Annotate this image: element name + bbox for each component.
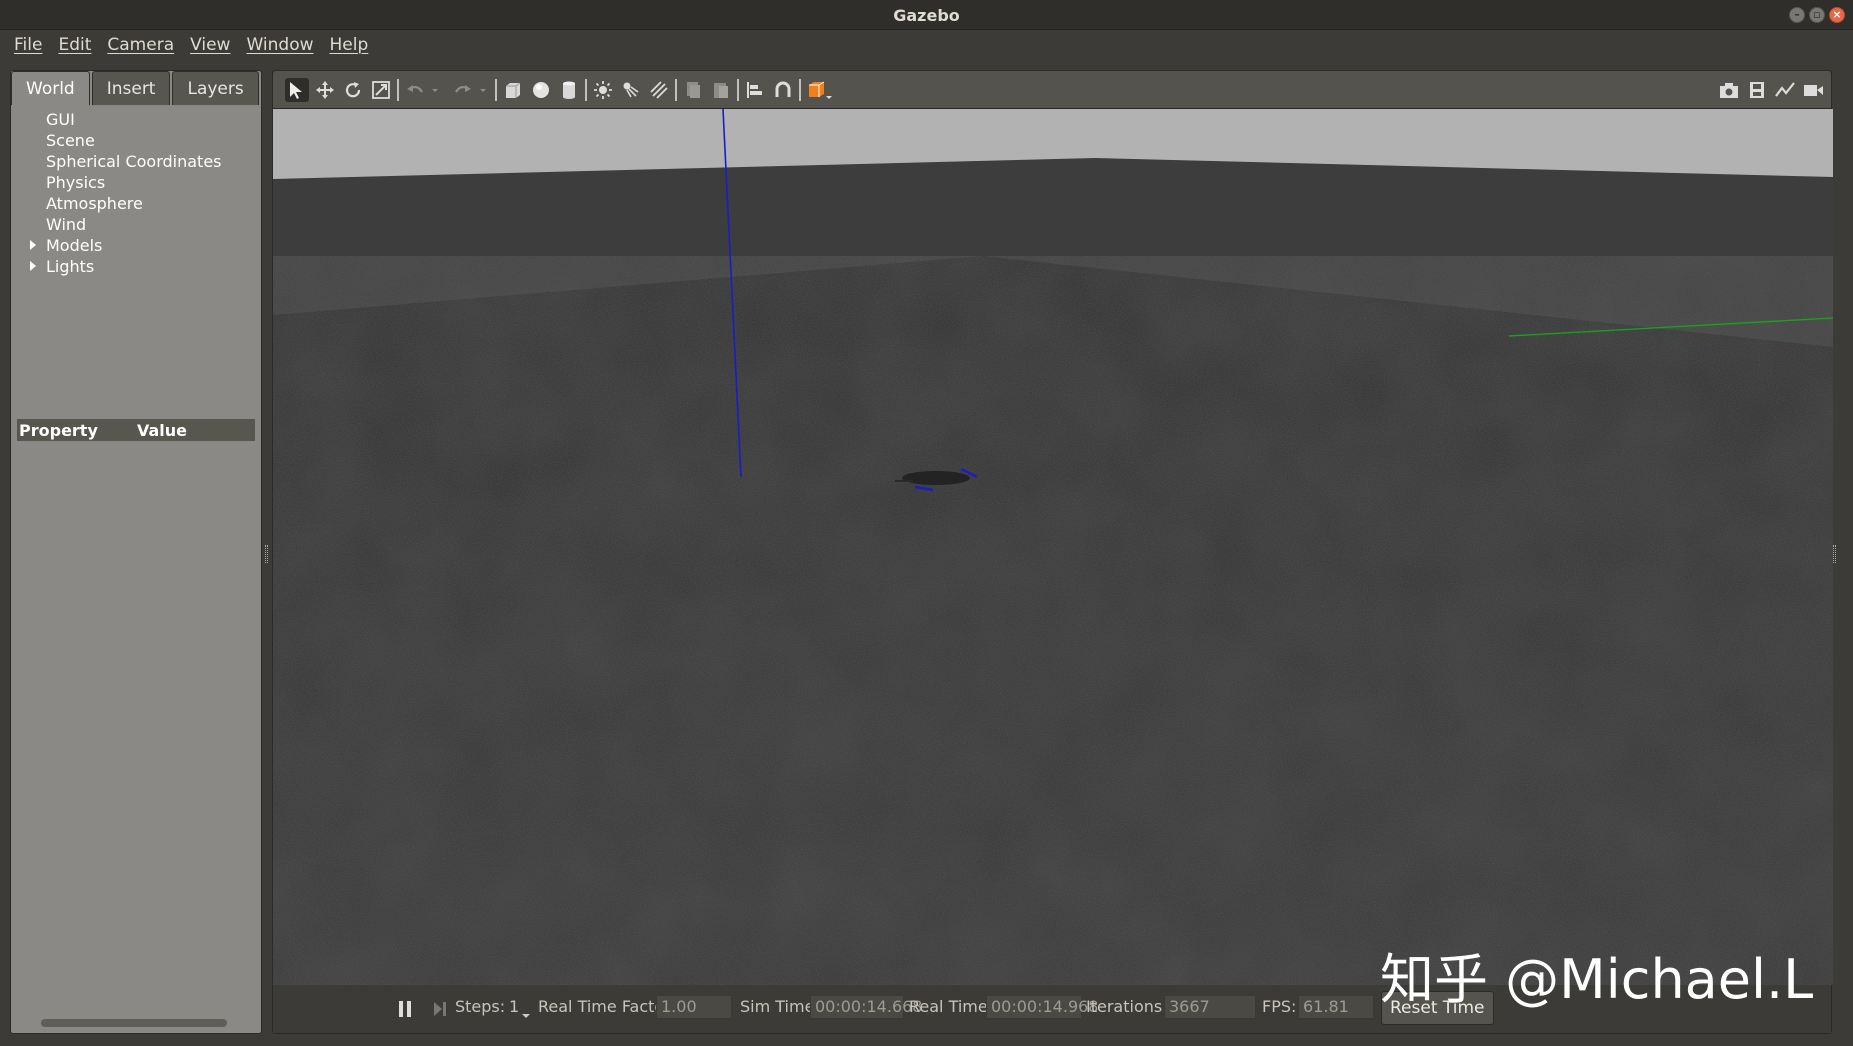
real-time-field: 00:00:14.968 — [986, 995, 1098, 1019]
maximize-button[interactable]: ▫ — [1809, 7, 1825, 23]
sphere-icon[interactable] — [529, 78, 553, 102]
tab-world[interactable]: World — [11, 71, 90, 105]
tree-item-scene[interactable]: Scene — [11, 130, 261, 151]
3d-viewport[interactable] — [273, 109, 1833, 985]
tree-item-physics[interactable]: Physics — [11, 172, 261, 193]
log-icon[interactable] — [1745, 78, 1769, 102]
rotate-icon[interactable] — [341, 78, 365, 102]
menu-camera[interactable]: Camera — [99, 35, 182, 55]
align-icon[interactable] — [743, 78, 767, 102]
tab-layers[interactable]: Layers — [172, 71, 259, 105]
toolbar-separator — [675, 79, 677, 101]
box-icon[interactable] — [501, 78, 525, 102]
scale-icon[interactable] — [369, 78, 393, 102]
sim-time-label: Sim Time: — [740, 997, 820, 1016]
horizontal-scrollbar[interactable] — [41, 1019, 227, 1027]
steps-label: Steps: — [455, 997, 506, 1016]
scene-render — [273, 109, 1833, 985]
toolbar-separator — [585, 79, 587, 101]
translate-icon[interactable] — [313, 78, 337, 102]
property-column-header[interactable]: Property — [17, 421, 135, 440]
right-splitter-handle[interactable] — [1833, 545, 1836, 563]
title-bar: Gazebo – ▫ × — [0, 0, 1853, 30]
sim-time-field: 00:00:14.668 — [810, 995, 922, 1019]
cylinder-icon[interactable] — [557, 78, 581, 102]
menu-edit[interactable]: Edit — [50, 35, 99, 55]
undo-dropdown-icon[interactable] — [428, 78, 442, 102]
video-record-icon[interactable] — [1801, 78, 1825, 102]
menu-file[interactable]: File — [6, 35, 50, 55]
value-column-header[interactable]: Value — [135, 421, 187, 440]
real-time-factor-field: 1.00 — [656, 995, 732, 1019]
copy-icon[interactable] — [681, 78, 705, 102]
screenshot-icon[interactable] — [1717, 78, 1741, 102]
tree-item-spherical-coordinates[interactable]: Spherical Coordinates — [11, 151, 261, 172]
pause-icon[interactable] — [397, 999, 413, 1023]
left-panel-tabs: World Insert Layers — [11, 71, 259, 105]
watermark-text: 知乎 @Michael.L — [1380, 948, 1814, 1011]
toolbar-separator — [495, 79, 497, 101]
menu-view[interactable]: View — [182, 35, 238, 55]
menu-bar: File Edit Camera View Window Help — [0, 30, 1853, 60]
select-arrow-icon[interactable] — [285, 78, 309, 102]
toolbar-separator — [397, 79, 399, 101]
left-panel: World Insert Layers GUI Scene Spherical … — [10, 70, 262, 1034]
tree-item-atmosphere[interactable]: Atmosphere — [11, 193, 261, 214]
tree-item-lights[interactable]: Lights — [11, 256, 261, 277]
point-light-icon[interactable] — [591, 78, 615, 102]
expand-arrow-icon[interactable] — [30, 261, 36, 271]
fps-label: FPS: — [1262, 997, 1297, 1016]
left-splitter-handle[interactable] — [265, 545, 268, 563]
redo-dropdown-icon[interactable] — [476, 78, 490, 102]
real-time-label: Real Time: — [909, 997, 994, 1016]
step-icon[interactable] — [431, 999, 449, 1023]
tree-item-models[interactable]: Models — [11, 235, 261, 256]
menu-help[interactable]: Help — [322, 35, 377, 55]
minimize-button[interactable]: – — [1789, 7, 1805, 23]
tree-item-gui[interactable]: GUI — [11, 109, 261, 130]
spot-light-icon[interactable] — [619, 78, 643, 102]
plot-icon[interactable] — [1773, 78, 1797, 102]
toolbar-separator — [737, 79, 739, 101]
undo-icon[interactable] — [403, 78, 427, 102]
view-angle-icon[interactable] — [805, 78, 835, 102]
world-tree: GUI Scene Spherical Coordinates Physics … — [11, 109, 261, 277]
toolbar-separator — [799, 79, 801, 101]
property-table-header: Property Value — [17, 419, 255, 441]
tree-item-wind[interactable]: Wind — [11, 214, 261, 235]
iterations-label: Iterations: — [1086, 997, 1168, 1016]
render-panel: Steps: 1 Real Time Factor: 1.00 Sim Time… — [272, 70, 1833, 1034]
paste-icon[interactable] — [709, 78, 733, 102]
tab-insert[interactable]: Insert — [91, 71, 171, 105]
main-toolbar — [273, 71, 1831, 109]
directional-light-icon[interactable] — [647, 78, 671, 102]
iterations-field: 3667 — [1164, 995, 1256, 1019]
window-controls: – ▫ × — [1789, 7, 1845, 23]
steps-value[interactable]: 1 — [509, 997, 519, 1016]
window-title: Gazebo — [893, 6, 960, 25]
menu-window[interactable]: Window — [238, 35, 321, 55]
redo-icon[interactable] — [451, 78, 475, 102]
snap-icon[interactable] — [771, 78, 795, 102]
fps-field: 61.81 — [1298, 995, 1374, 1019]
close-button[interactable]: × — [1829, 7, 1845, 23]
steps-dropdown-icon[interactable] — [521, 1005, 531, 1024]
expand-arrow-icon[interactable] — [30, 240, 36, 250]
